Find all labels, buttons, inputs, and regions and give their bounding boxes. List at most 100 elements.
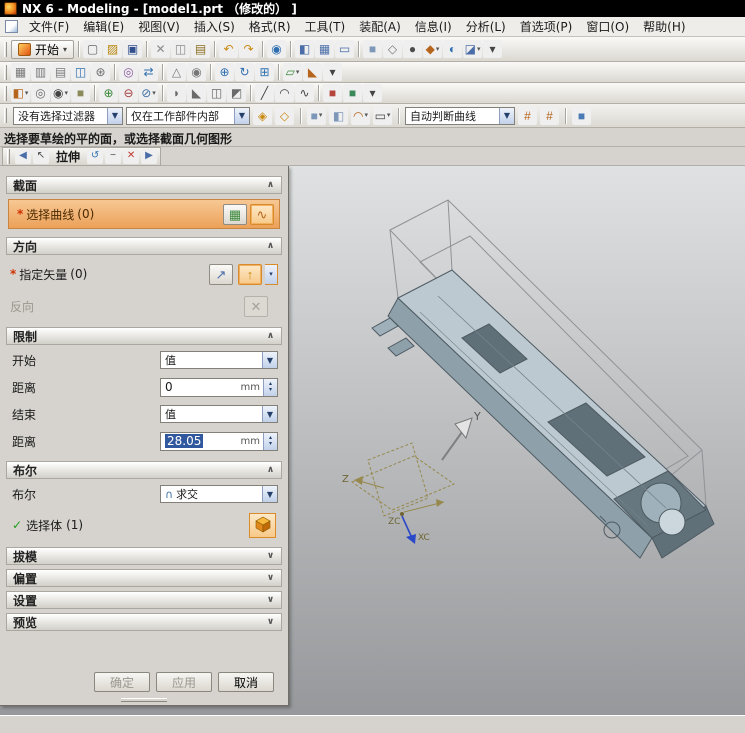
toolbar-grip[interactable] <box>4 108 7 123</box>
collapsed-section-header[interactable]: 偏置 ∨ <box>6 569 282 587</box>
menu-item[interactable]: 工具(T) <box>298 16 353 37</box>
render-style-icon[interactable]: ◪ <box>463 40 483 58</box>
undo-icon[interactable]: ↶ <box>219 40 239 58</box>
fit-view-icon[interactable]: ⊞ <box>255 63 274 81</box>
dialog-reset-icon[interactable]: ↺ <box>87 148 104 164</box>
select-curve-row[interactable]: * 选择曲线 (0) ▦ ∿ <box>8 199 280 229</box>
copy-icon[interactable]: ◫ <box>171 40 191 58</box>
select-curve-icon[interactable]: ◠ <box>351 106 370 125</box>
subtract-icon[interactable]: ⊖ <box>119 84 138 102</box>
section-header-direction[interactable]: 方向 ∧ <box>6 237 282 255</box>
end-limit-combo[interactable]: 值 ▼ <box>160 405 278 423</box>
boolean-combo[interactable]: ∩ 求交 ▼ <box>160 485 278 503</box>
chevron-down-icon[interactable]: ▼ <box>234 107 249 124</box>
menu-item[interactable]: 编辑(E) <box>76 16 131 37</box>
chevron-up-icon[interactable]: ∧ <box>263 241 278 251</box>
menu-item[interactable]: 窗口(O) <box>579 16 636 37</box>
collapsed-section-header[interactable]: 预览 ∨ <box>6 613 282 631</box>
trim-body-icon[interactable]: ◩ <box>227 84 246 102</box>
edge-blend-icon[interactable]: ◗ <box>167 84 186 102</box>
select-body-button[interactable] <box>249 512 276 538</box>
menu-item[interactable]: 信息(I) <box>408 16 459 37</box>
snap-fence-icon[interactable]: # <box>540 106 559 125</box>
window-cascade-icon[interactable]: ◧ <box>295 40 315 58</box>
toolbar-grip[interactable] <box>4 85 7 101</box>
roles-icon[interactable]: ◫ <box>71 63 90 81</box>
rectangle-select-icon[interactable]: ▭ <box>373 106 392 125</box>
section-header-section[interactable]: 截面 ∧ <box>6 176 282 194</box>
extrude-icon[interactable]: ◧ <box>11 84 30 102</box>
apply-button[interactable]: 应用 <box>156 672 212 692</box>
snapshot-icon[interactable]: ◉ <box>187 63 206 81</box>
specify-vector-row[interactable]: * 指定矢量 (0) ↗ ↑ ▾ <box>10 259 278 289</box>
gear-icon[interactable]: ⊛ <box>91 63 110 81</box>
end-distance-value-wrap[interactable]: 28.05 <box>161 434 241 448</box>
section-header-boolean[interactable]: 布尔 ∧ <box>6 461 282 479</box>
toolbar-options-icon[interactable]: ▾ <box>483 40 503 58</box>
paste-icon[interactable]: ▤ <box>191 40 211 58</box>
color-red-chip-icon[interactable]: ■ <box>323 84 342 102</box>
window-tile-icon[interactable]: ▦ <box>315 40 335 58</box>
dialog-resize-grip[interactable] <box>0 694 288 705</box>
move-object-icon[interactable]: ⇄ <box>139 63 158 81</box>
toolbar-options-icon[interactable]: ▾ <box>323 63 342 81</box>
menu-item[interactable]: 插入(S) <box>187 16 242 37</box>
sketch-section-button[interactable]: ▦ <box>223 203 247 225</box>
menu-item[interactable]: 格式(R) <box>242 16 298 37</box>
inferred-vector-button[interactable]: ↑ <box>238 263 262 285</box>
redo-icon[interactable]: ↷ <box>239 40 259 58</box>
chevron-down-icon[interactable]: ▼ <box>262 406 277 422</box>
reverse-direction-button[interactable]: ✕ <box>244 295 268 317</box>
unite-icon[interactable]: ⊕ <box>99 84 118 102</box>
end-distance-value[interactable]: 28.05 <box>165 434 204 448</box>
block-icon[interactable]: ■ <box>71 84 90 102</box>
chevron-down-icon[interactable]: ∨ <box>263 617 278 627</box>
intersect-icon[interactable]: ⊘ <box>139 84 158 102</box>
chamfer-icon[interactable]: ◣ <box>187 84 206 102</box>
toolbar-grip[interactable] <box>4 41 7 57</box>
distance-options-dropdown[interactable]: ▴ ▾ <box>263 378 277 396</box>
menu-item[interactable]: 分析(L) <box>459 16 513 37</box>
chevron-down-icon[interactable]: ▼ <box>499 107 514 124</box>
dialog-close-icon[interactable]: ✕ <box>123 148 140 164</box>
toolbar-options-icon[interactable]: ▾ <box>363 84 382 102</box>
distance-options-dropdown[interactable]: ▴ ▾ <box>263 432 277 450</box>
selection-filter-combo[interactable]: 没有选择过滤器 ▼ <box>13 106 123 125</box>
chevron-up-icon[interactable]: ∧ <box>263 331 278 341</box>
start-distance-value[interactable]: 0 <box>161 380 241 394</box>
zoom-in-icon[interactable]: ⊕ <box>215 63 234 81</box>
end-distance-field[interactable]: 28.05 mm ▴ ▾ <box>160 431 278 451</box>
snap-view-icon[interactable]: ◐ <box>443 40 463 58</box>
toolbar-grip[interactable] <box>7 148 10 164</box>
menu-item[interactable]: 帮助(H) <box>636 16 692 37</box>
dialog-minimize-icon[interactable]: − <box>105 148 122 164</box>
color-green-chip-icon[interactable]: ■ <box>343 84 362 102</box>
arc-icon[interactable]: ◠ <box>275 84 294 102</box>
dialog-select-icon[interactable]: ↖ <box>33 148 49 164</box>
select-body-row[interactable]: ✓ 选择体 (1) <box>12 511 278 539</box>
datum-plane-icon[interactable]: ▱ <box>283 63 302 81</box>
select-face-icon[interactable]: ◧ <box>329 106 348 125</box>
chevron-down-icon[interactable]: ∨ <box>263 595 278 605</box>
magnet-icon[interactable]: ◇ <box>275 106 294 125</box>
line-icon[interactable]: ╱ <box>255 84 274 102</box>
start-menu-button[interactable]: 开始 ▾ <box>11 39 75 59</box>
section-header-limits[interactable]: 限制 ∧ <box>6 327 282 345</box>
start-distance-field[interactable]: 0 mm ▴ ▾ <box>160 377 278 397</box>
menu-item[interactable]: 首选项(P) <box>513 16 580 37</box>
open-icon[interactable]: ▨ <box>103 40 123 58</box>
menu-item[interactable]: 视图(V) <box>131 16 187 37</box>
stop-at-intersection-icon[interactable]: # <box>518 106 537 125</box>
measure-icon[interactable]: △ <box>167 63 186 81</box>
view-layout-icon[interactable]: ▦ <box>11 63 30 81</box>
spline-icon[interactable]: ∿ <box>295 84 314 102</box>
toolbar-grip[interactable] <box>4 64 7 80</box>
menu-item[interactable]: 装配(A) <box>352 16 408 37</box>
new-window-icon[interactable]: ▭ <box>335 40 355 58</box>
start-limit-combo[interactable]: 值 ▼ <box>160 351 278 369</box>
curve-rule-combo[interactable]: 自动判断曲线 ▼ <box>405 106 515 125</box>
select-solid-icon[interactable]: ■ <box>307 106 326 125</box>
command-finder-icon[interactable]: ◉ <box>267 40 287 58</box>
show-hide-icon[interactable]: ◎ <box>119 63 138 81</box>
shaded-cube-icon[interactable]: ■ <box>572 106 591 125</box>
